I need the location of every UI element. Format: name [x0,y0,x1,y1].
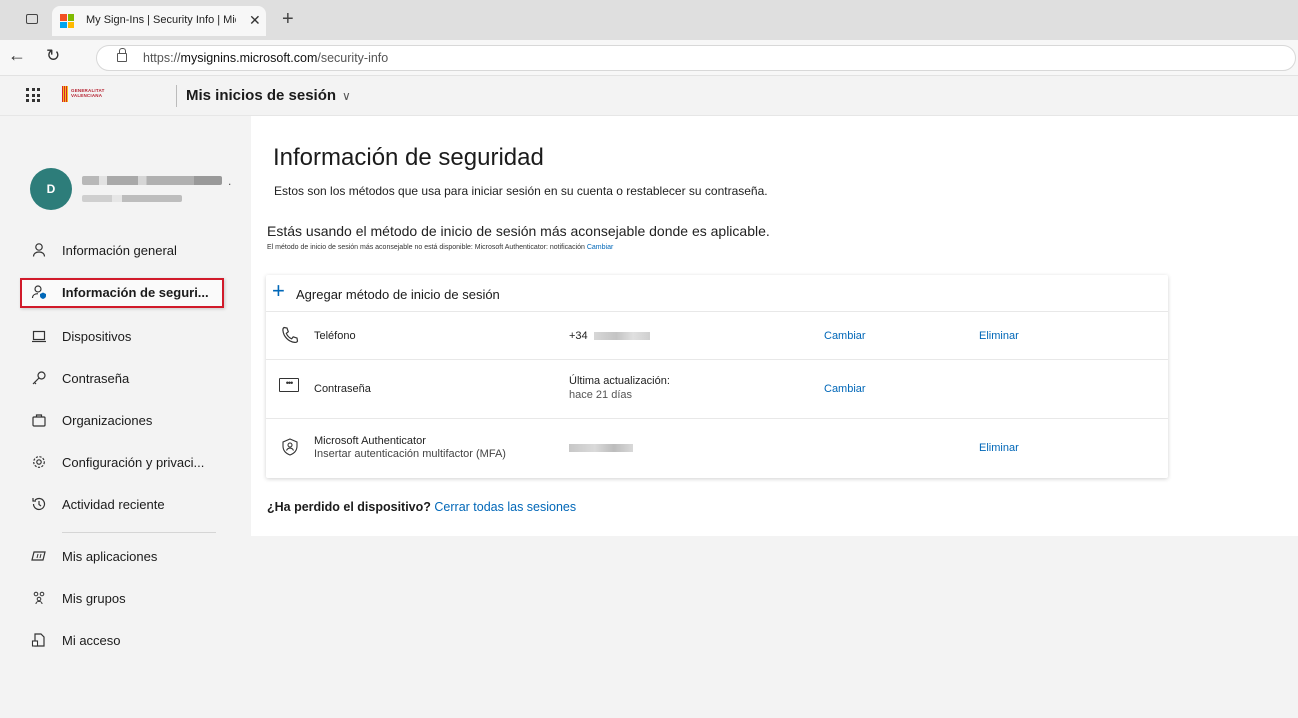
sidebar-item-overview[interactable]: Información general [20,236,224,266]
person-icon [30,242,48,260]
chevron-down-icon: ∨ [342,89,351,103]
sidebar-item-label: Organizaciones [62,413,153,428]
groups-icon [30,590,48,608]
app-launcher-icon[interactable] [26,88,40,102]
browser-tab[interactable]: My Sign-Ins | Security Info | Microsoft … [52,6,266,36]
method-name: Contraseña [314,383,371,395]
main-content: Información de seguridad Estos son los m… [251,116,1298,536]
sidebar-item-label: Mi acceso [62,633,121,648]
recommendation-title: Estás usando el método de inicio de sesi… [267,223,770,239]
recommendation-text: El método de inicio de sesión más aconse… [267,244,585,251]
user-name-suffix: . [228,174,232,188]
apps-icon [30,548,48,566]
change-password-link[interactable]: Cambiar [824,383,866,395]
tab-actions-icon[interactable] [26,14,38,24]
tab-title: My Sign-Ins | Security Info | Microsoft [86,14,236,26]
plus-icon: + [272,278,285,303]
sidebar-item-label: Información general [62,243,177,258]
sidebar-item-label: Mis aplicaciones [62,549,158,564]
method-row-authenticator: Microsoft Authenticator Insertar autenti… [266,419,1168,478]
app-title: Mis inicios de sesión [186,87,337,104]
sidebar-item-label: Actividad reciente [62,497,165,512]
lock-icon[interactable] [117,48,127,62]
method-detail: +34 [569,330,650,342]
microsoft-logo-icon [60,14,74,28]
org-logo-text-2: VALENCIANA [71,93,103,98]
tab-close-icon[interactable]: ✕ [249,12,261,29]
sidebar-item-organizations[interactable]: Organizaciones [20,406,224,436]
gear-icon [30,454,48,472]
method-name: Teléfono [314,330,356,342]
authenticator-icon [280,437,300,457]
lost-device-line: ¿Ha perdido el dispositivo? Cerrar todas… [267,500,576,514]
sidebar-item-label: Contraseña [62,371,130,386]
change-phone-link[interactable]: Cambiar [824,330,866,342]
page-description: Estos son los métodos que usa para inici… [274,184,768,198]
sidebar-item-my-access[interactable]: Mi acceso [20,626,224,656]
delete-phone-link[interactable]: Eliminar [979,330,1019,342]
sidebar-item-password[interactable]: Contraseña [20,364,224,394]
briefcase-icon [30,412,48,430]
history-icon [30,496,48,514]
phone-icon [280,325,300,345]
sidebar-item-security-info[interactable]: Información de seguri... [20,278,224,308]
back-button[interactable]: ← [8,45,26,66]
laptop-icon [30,328,48,346]
access-icon [30,632,48,650]
security-info-icon [30,284,48,302]
sidebar-item-label: Información de seguri... [62,285,209,300]
url-field[interactable]: https://mysignins.microsoft.com/security… [96,45,1296,71]
methods-card: + Agregar método de inicio de sesión Tel… [266,275,1168,478]
app-header: GENERALITAT VALENCIANA Mis inicios de ses… [0,76,1298,116]
method-name-2: Insertar autenticación multifactor (MFA) [314,448,506,460]
sign-out-everywhere-link[interactable]: Cerrar todas las sesiones [434,500,576,514]
sidebar-item-my-apps[interactable]: Mis aplicaciones [20,542,224,572]
sidebar-item-my-groups[interactable]: Mis grupos [20,584,224,614]
sidebar-item-devices[interactable]: Dispositivos [20,322,224,352]
method-row-phone: Teléfono +34 Cambiar Eliminar [266,312,1168,360]
add-method-label: Agregar método de inicio de sesión [296,287,500,302]
lost-device-question: ¿Ha perdido el dispositivo? [267,500,431,514]
header-divider [176,85,177,107]
device-name-redacted [569,444,633,452]
browser-tab-bar: My Sign-Ins | Security Info | Microsoft … [0,0,1298,40]
method-row-password: ••• Contraseña Última actualización: hac… [266,360,1168,419]
password-icon: ••• [279,378,299,392]
phone-prefix: +34 [569,330,588,342]
sidebar-divider [62,532,216,533]
add-method-button[interactable]: + Agregar método de inicio de sesión [266,275,1168,312]
recommendation-subtitle: El método de inicio de sesión más aconse… [267,244,613,251]
page-title: Información de seguridad [273,144,544,171]
sidebar-item-settings-privacy[interactable]: Configuración y privaci... [20,448,224,478]
address-bar-row: ← ↻ https://mysignins.microsoft.com/secu… [0,40,1298,76]
delete-authenticator-link[interactable]: Eliminar [979,442,1019,454]
sidebar: D . Información general Información de s… [0,116,250,718]
key-icon [30,370,48,388]
method-detail-2: hace 21 días [569,389,632,401]
app-title-menu[interactable]: Mis inicios de sesión ∨ [186,87,351,104]
reload-button[interactable]: ↻ [46,46,60,66]
change-default-method-link[interactable]: Cambiar [587,244,613,251]
method-name: Microsoft Authenticator [314,435,426,447]
sidebar-item-label: Dispositivos [62,329,132,344]
method-detail: Última actualización: [569,375,670,387]
sidebar-item-label: Configuración y privaci... [62,455,205,470]
sidebar-item-recent-activity[interactable]: Actividad reciente [20,490,224,520]
user-email-redacted [82,195,182,202]
sidebar-item-label: Mis grupos [62,591,126,606]
new-tab-button[interactable]: + [282,9,294,29]
url-text: https://mysignins.microsoft.com/security… [143,51,389,65]
phone-number-redacted [593,332,650,341]
avatar[interactable]: D [30,168,72,210]
user-name-redacted [82,176,222,185]
org-logo-flag-icon [62,86,68,102]
